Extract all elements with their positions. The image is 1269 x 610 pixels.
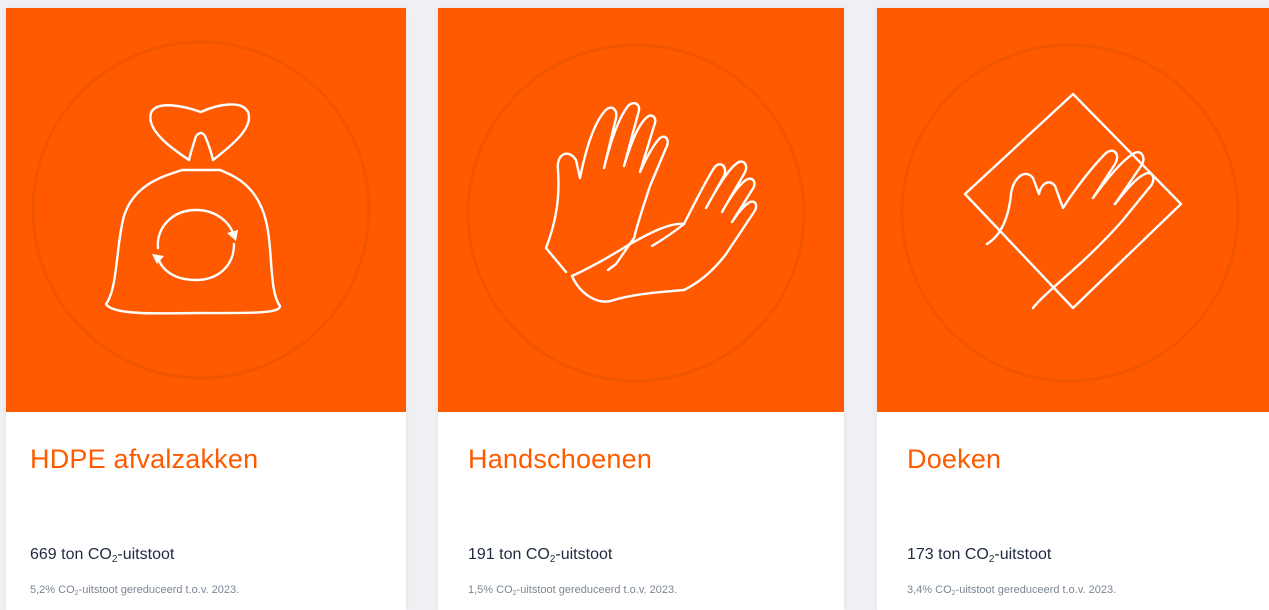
product-card-hdpe[interactable]: HDPE afvalzakken 669 ton CO2-uitstoot 5,…	[6, 8, 406, 610]
co2-emission: 173 ton CO2-uitstoot	[907, 546, 1052, 565]
product-card-doeken[interactable]: Doeken 173 ton CO2-uitstoot 3,4% CO2-uit…	[877, 8, 1269, 610]
co2-reduction-note: 5,2% CO2-uitstoot gereduceerd t.o.v. 202…	[30, 584, 240, 597]
co2-reduction-note: 3,4% CO2-uitstoot gereduceerd t.o.v. 202…	[907, 584, 1117, 597]
card-image	[877, 8, 1269, 412]
card-title: Doeken	[907, 444, 1002, 474]
recycle-bag-icon	[31, 40, 371, 380]
co2-emission: 191 ton CO2-uitstoot	[468, 546, 613, 565]
co2-emission: 669 ton CO2-uitstoot	[30, 546, 175, 565]
cleaning-cloth-icon	[900, 43, 1240, 383]
product-card-handschoenen[interactable]: Handschoenen 191 ton CO2-uitstoot 1,5% C…	[438, 8, 844, 610]
co2-reduction-note: 1,5% CO2-uitstoot gereduceerd t.o.v. 202…	[468, 584, 678, 597]
card-image	[6, 8, 406, 412]
gloves-icon	[466, 43, 806, 383]
card-title: Handschoenen	[468, 444, 653, 474]
card-title: HDPE afvalzakken	[30, 444, 259, 474]
card-image	[438, 8, 844, 412]
